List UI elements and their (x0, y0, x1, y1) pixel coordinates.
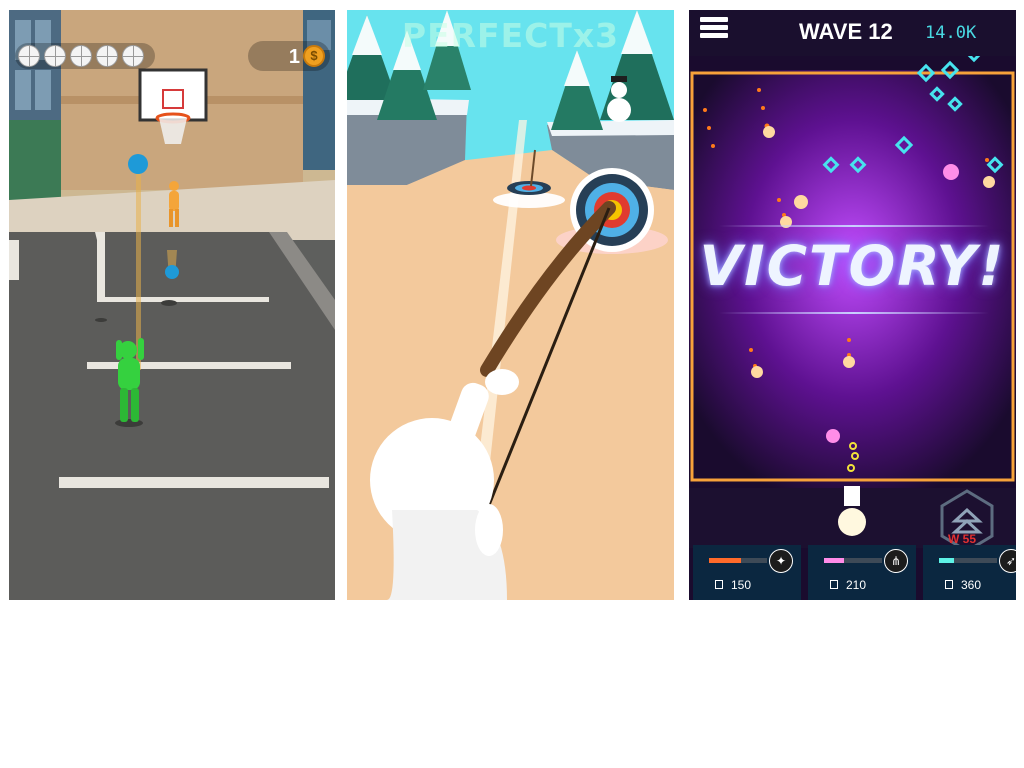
basketball-scene (9, 10, 335, 600)
basketball-game-panel[interactable]: 1 $ (9, 10, 335, 600)
victory-divider-bottom (719, 312, 989, 314)
score-counter: 14.0K (925, 23, 977, 43)
archery-scene (347, 10, 674, 600)
cost-icon (830, 580, 838, 589)
wave-label: WAVE 12 (799, 19, 893, 44)
victory-divider-top (719, 225, 989, 227)
missile-icon: ➶ (999, 549, 1016, 573)
balls-remaining-indicator (18, 45, 158, 67)
upgrade-card-missile[interactable]: ➶ 360 (923, 545, 1016, 600)
archery-game-panel[interactable]: PERFECTx3 (347, 10, 674, 600)
fire-icon: ✦ (769, 549, 793, 573)
upgrade-level-fill (939, 558, 954, 563)
upgrade-cost: 360 (961, 578, 982, 592)
upgrade-cost: 150 (731, 578, 752, 592)
upgrade-cost: 210 (846, 578, 867, 592)
victory-banner: VICTORY! (699, 234, 1006, 298)
upgrade-level-bar (709, 558, 767, 563)
ball-icon (96, 45, 118, 67)
spread-icon: ⋔ (884, 549, 908, 573)
player-figure (116, 338, 144, 422)
coin-icon: $ (303, 45, 325, 67)
teammate-figure (169, 181, 179, 227)
ball-icon (122, 45, 144, 67)
space-scene (689, 10, 1016, 600)
perfect-combo-banner: PERFECTx3 (401, 16, 620, 55)
ball-icon (70, 45, 92, 67)
menu-icon[interactable] (700, 17, 728, 43)
space-shooter-game-panel[interactable]: WAVE 12 14.0K VICTORY! W 55 ✦ 150 ⋔ 210 … (689, 10, 1016, 600)
coin-count: 1 (288, 46, 300, 68)
ball-icon (18, 45, 40, 67)
upgrade-level-fill (824, 558, 845, 563)
ball-icon (44, 45, 66, 67)
level-badge: W 55 (948, 532, 977, 546)
upgrade-level-fill (709, 558, 741, 563)
upgrade-card-spread[interactable]: ⋔ 210 (808, 545, 916, 600)
cost-icon (715, 580, 723, 589)
upgrade-card-fire[interactable]: ✦ 150 (693, 545, 801, 600)
upgrade-level-bar (824, 558, 882, 563)
cost-icon (945, 580, 953, 589)
upgrade-level-bar (939, 558, 997, 563)
